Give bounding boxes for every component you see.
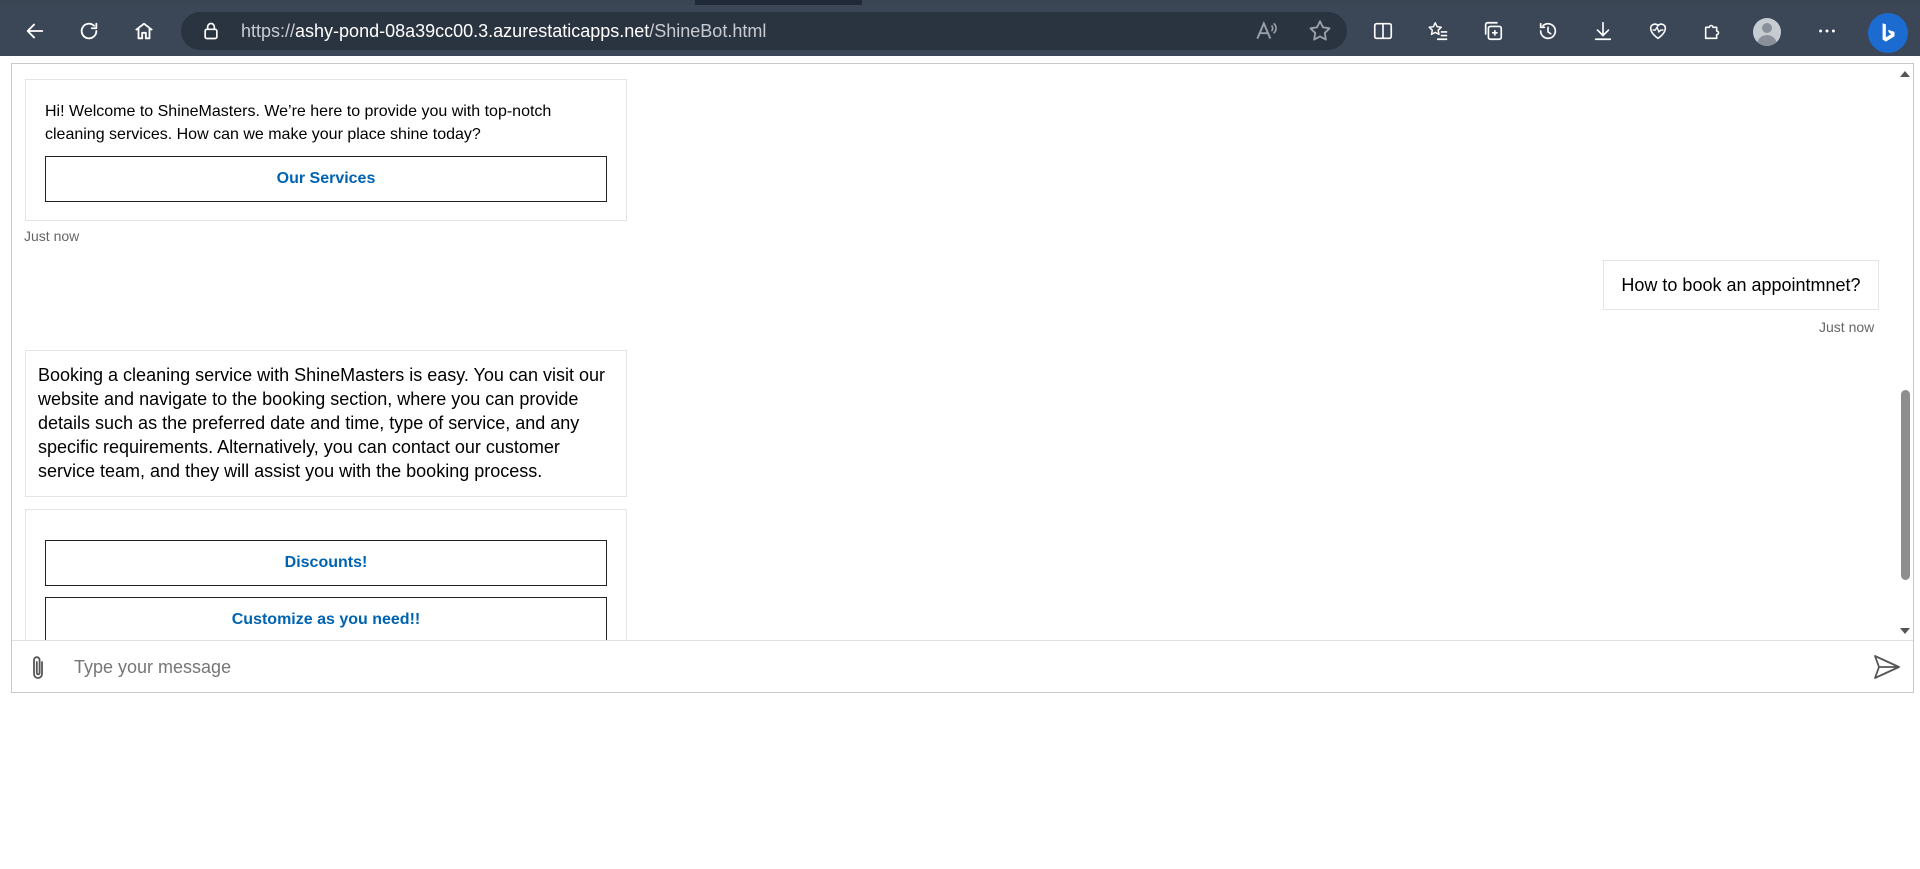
downloads-button[interactable] bbox=[1586, 14, 1620, 48]
refresh-button[interactable] bbox=[72, 14, 106, 48]
scrollbar-thumb[interactable] bbox=[1901, 390, 1910, 580]
url-host: ashy-pond-08a39cc00.3.azurestaticapps.ne… bbox=[295, 21, 650, 41]
welcome-timestamp: Just now bbox=[24, 228, 80, 244]
browser-toolbar: https://ashy-pond-08a39cc00.3.azurestati… bbox=[0, 5, 1920, 56]
favorite-star-icon[interactable] bbox=[1307, 18, 1333, 44]
read-aloud-icon[interactable] bbox=[1253, 18, 1279, 44]
message-input[interactable] bbox=[74, 653, 1854, 681]
download-icon bbox=[1594, 21, 1612, 41]
address-bar[interactable]: https://ashy-pond-08a39cc00.3.azurestati… bbox=[181, 12, 1347, 50]
chat-window: Hi! Welcome to ShineMasters. We’re here … bbox=[11, 63, 1914, 693]
more-dots-icon bbox=[1819, 29, 1835, 33]
discounts-button[interactable]: Discounts! bbox=[45, 540, 607, 586]
paperclip-icon[interactable] bbox=[26, 654, 50, 682]
welcome-card: Hi! Welcome to ShineMasters. We’re here … bbox=[25, 79, 627, 221]
user-message-bubble: How to book an appointmnet? bbox=[1603, 260, 1879, 310]
transcript-scrollbar[interactable] bbox=[1897, 64, 1913, 640]
more-menu-button[interactable] bbox=[1810, 14, 1844, 48]
bing-logo-icon bbox=[1882, 23, 1895, 42]
url-text[interactable]: https://ashy-pond-08a39cc00.3.azurestati… bbox=[241, 21, 766, 42]
favorites-button[interactable] bbox=[1421, 14, 1455, 48]
send-arrow-icon[interactable] bbox=[1872, 653, 1902, 681]
extension-puzzle-icon bbox=[1704, 24, 1720, 40]
scroll-up-arrow-icon[interactable] bbox=[1900, 71, 1910, 77]
back-button[interactable] bbox=[18, 14, 52, 48]
heart-pulse-icon bbox=[1649, 23, 1667, 40]
bot-reply-text: Booking a cleaning service with ShineMas… bbox=[38, 365, 605, 481]
url-prefix: https:// bbox=[241, 21, 296, 41]
avatar-body bbox=[1757, 35, 1777, 46]
browser-essentials-button[interactable] bbox=[1641, 14, 1675, 48]
welcome-message-text: Hi! Welcome to ShineMasters. We’re here … bbox=[45, 103, 552, 143]
suggested-actions-card: Discounts! Customize as you need!! bbox=[25, 509, 627, 640]
lock-icon[interactable] bbox=[201, 21, 221, 41]
customize-button[interactable]: Customize as you need!! bbox=[45, 597, 607, 640]
send-box bbox=[12, 640, 1913, 692]
home-icon bbox=[135, 22, 153, 40]
chat-transcript[interactable]: Hi! Welcome to ShineMasters. We’re here … bbox=[12, 64, 1900, 640]
bot-reply-card: Booking a cleaning service with ShineMas… bbox=[25, 350, 627, 497]
avatar-head bbox=[1762, 23, 1772, 33]
favorites-list-icon bbox=[1428, 22, 1448, 41]
url-path: /ShineBot.html bbox=[649, 21, 767, 41]
bing-copilot-button[interactable] bbox=[1868, 13, 1908, 53]
refresh-icon bbox=[80, 22, 98, 40]
collections-button[interactable] bbox=[1476, 14, 1510, 48]
scroll-down-arrow-icon[interactable] bbox=[1900, 628, 1910, 634]
extensions-button[interactable] bbox=[1696, 14, 1730, 48]
back-arrow-icon bbox=[26, 23, 44, 39]
our-services-button[interactable]: Our Services bbox=[45, 156, 607, 202]
history-icon bbox=[1539, 22, 1557, 40]
history-button[interactable] bbox=[1531, 14, 1565, 48]
split-screen-button[interactable] bbox=[1366, 14, 1400, 48]
home-button[interactable] bbox=[127, 14, 161, 48]
profile-avatar[interactable] bbox=[1753, 18, 1781, 46]
user-message-timestamp: Just now bbox=[1819, 319, 1875, 335]
split-screen-icon bbox=[1373, 22, 1393, 40]
collections-icon bbox=[1484, 21, 1503, 41]
